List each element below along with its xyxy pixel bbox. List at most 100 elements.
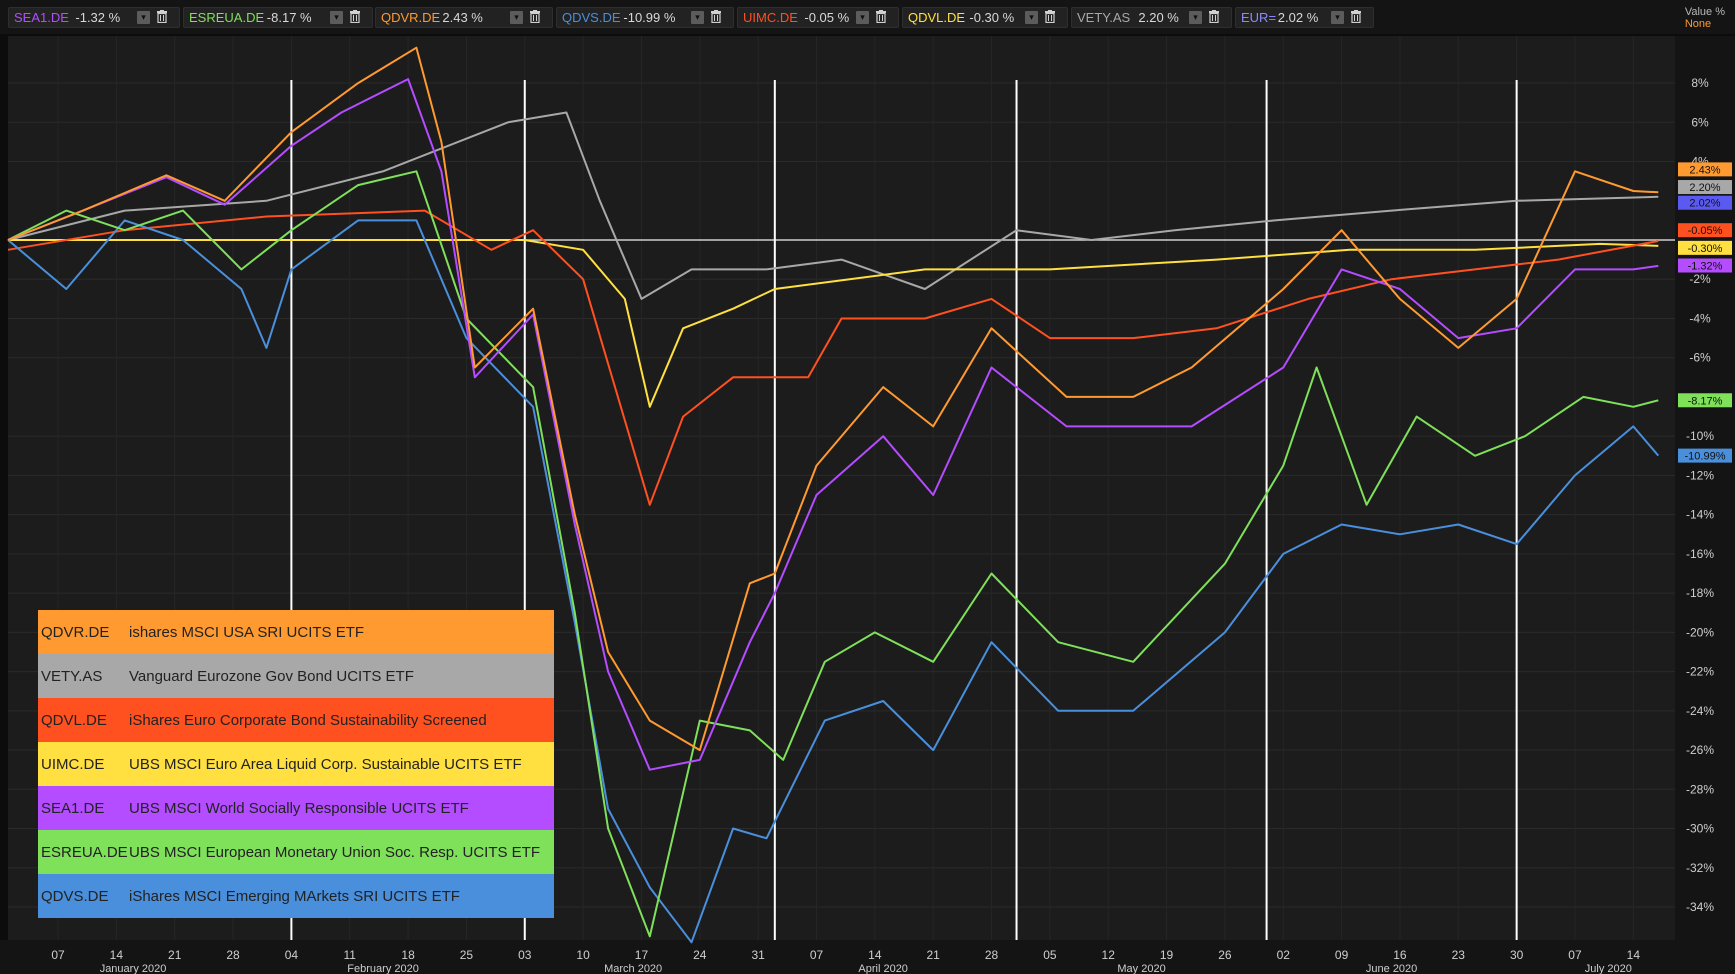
chevron-down-icon[interactable]: ▾ xyxy=(510,11,523,24)
legend-ticker: UIMC.DE xyxy=(41,755,105,773)
x-tick-label: 25 xyxy=(460,948,474,962)
y-tick-label: -34% xyxy=(1686,900,1714,914)
trash-icon[interactable] xyxy=(874,10,888,25)
trash-icon[interactable] xyxy=(1043,10,1057,25)
x-tick-label: 12 xyxy=(1102,948,1116,962)
ticker-chip-esreuade[interactable]: ESREUA.DE -8.17 % ▾ xyxy=(183,7,373,28)
trash-icon[interactable] xyxy=(155,10,169,25)
x-tick-label: 11 xyxy=(344,948,357,962)
y-tick-label: -16% xyxy=(1686,547,1714,561)
end-value-label: 2.43% xyxy=(1689,164,1720,176)
legend-ticker: SEA1.DE xyxy=(41,799,105,817)
end-value-label: -8.17% xyxy=(1688,395,1723,407)
chevron-down-icon[interactable]: ▾ xyxy=(330,11,343,24)
y-tick-label: -26% xyxy=(1686,743,1714,757)
x-tick-label: 14 xyxy=(1627,948,1641,962)
x-tick-label: 07 xyxy=(51,948,65,962)
x-tick-label: 28 xyxy=(985,948,999,962)
x-tick-label: 16 xyxy=(1393,948,1407,962)
x-tick-label: 17 xyxy=(635,948,649,962)
legend-row: VETY.AS Vanguard Eurozone Gov Bond UCITS … xyxy=(38,654,554,698)
x-tick-label: 02 xyxy=(1277,948,1291,962)
ticker-chip-sea1de[interactable]: SEA1.DE -1.32 % ▾ xyxy=(8,7,180,28)
legend: QDVR.DE ishares MSCI USA SRI UCITS ETF VET… xyxy=(38,610,554,918)
ticker-symbol[interactable]: EUR= xyxy=(1241,10,1276,25)
ticker-chip-eur[interactable]: EUR= 2.02 % ▾ xyxy=(1235,7,1374,28)
value-header: Value % None xyxy=(1685,6,1725,30)
ticker-chip-vetyas[interactable]: VETY.AS 2.20 % ▾ xyxy=(1071,7,1232,28)
x-month-label: March 2020 xyxy=(604,963,662,974)
x-tick-label: 04 xyxy=(285,948,299,962)
x-tick-label: 03 xyxy=(518,948,532,962)
value-header-mode[interactable]: None xyxy=(1685,18,1725,30)
y-tick-label: -30% xyxy=(1686,822,1714,836)
ticker-change: -10.99 % xyxy=(623,10,676,25)
legend-row: SEA1.DE UBS MSCI World Socially Responsib… xyxy=(38,786,554,830)
chevron-down-icon[interactable]: ▾ xyxy=(1331,11,1344,24)
x-tick-label: 18 xyxy=(401,948,415,962)
trash-icon[interactable] xyxy=(1207,10,1221,25)
ticker-symbol[interactable]: ESREUA.DE xyxy=(189,10,264,25)
x-tick-label: 31 xyxy=(751,948,765,962)
x-tick-label: 14 xyxy=(110,948,124,962)
legend-row: QDVR.DE ishares MSCI USA SRI UCITS ETF xyxy=(38,610,554,654)
chevron-down-icon[interactable]: ▾ xyxy=(856,11,869,24)
x-tick-label: 19 xyxy=(1160,948,1174,962)
ticker-chip-qdvsde[interactable]: QDVS.DE -10.99 % ▾ xyxy=(556,7,734,28)
x-tick-label: 09 xyxy=(1335,948,1349,962)
y-tick-label: -24% xyxy=(1686,704,1714,718)
y-tick-label: -4% xyxy=(1689,311,1711,325)
y-tick-label: -2% xyxy=(1689,272,1711,286)
x-tick-label: 05 xyxy=(1043,948,1057,962)
trash-icon[interactable] xyxy=(1349,10,1363,25)
y-tick-label: -32% xyxy=(1686,861,1714,875)
legend-ticker: ESREUA.DE xyxy=(41,843,128,861)
y-tick-label: -20% xyxy=(1686,625,1714,639)
x-tick-label: 24 xyxy=(693,948,707,962)
chevron-down-icon[interactable]: ▾ xyxy=(691,11,704,24)
y-tick-label: -14% xyxy=(1686,508,1714,522)
ticker-chip-uimcde[interactable]: UIMC.DE -0.05 % ▾ xyxy=(737,7,899,28)
x-month-label: February 2020 xyxy=(347,963,419,974)
ticker-symbol[interactable]: QDVS.DE xyxy=(562,10,621,25)
ticker-symbol[interactable]: QDVL.DE xyxy=(908,10,965,25)
ticker-change: 2.43 % xyxy=(442,10,483,25)
legend-ticker: VETY.AS xyxy=(41,667,103,685)
x-tick-label: 14 xyxy=(868,948,882,962)
legend-ticker: QDVL.DE xyxy=(41,711,107,729)
legend-fund-name: iShares MSCI Emerging MArkets SRI UCITS … xyxy=(129,887,460,905)
x-tick-label: 26 xyxy=(1218,948,1232,962)
legend-fund-name: ishares MSCI USA SRI UCITS ETF xyxy=(129,623,365,641)
legend-row: QDVS.DE iShares MSCI Emerging MArkets SRI… xyxy=(38,874,554,918)
legend-fund-name: UBS MSCI World Socially Responsible UCIT… xyxy=(129,799,469,817)
x-tick-label: 21 xyxy=(927,948,941,962)
trash-icon[interactable] xyxy=(709,10,723,25)
chevron-down-icon[interactable]: ▾ xyxy=(1189,11,1202,24)
end-value-label: -1.32% xyxy=(1688,261,1723,273)
ticker-change: -0.05 % xyxy=(804,10,850,25)
trash-icon[interactable] xyxy=(528,10,542,25)
legend-fund-name: iShares Euro Corporate Bond Sustainabili… xyxy=(129,711,487,729)
ticker-change: 2.02 % xyxy=(1277,10,1319,25)
chevron-down-icon[interactable]: ▾ xyxy=(1025,11,1038,24)
legend-fund-name: UBS MSCI Euro Area Liquid Corp. Sustaina… xyxy=(129,755,522,773)
x-month-label: July 2020 xyxy=(1585,963,1632,974)
trash-icon[interactable] xyxy=(348,10,362,25)
end-value-label: 2.20% xyxy=(1689,182,1720,194)
x-tick-label: 07 xyxy=(810,948,824,962)
ticker-chip-qdvrde[interactable]: QDVR.DE 2.43 % ▾ xyxy=(375,7,553,28)
x-month-label: May 2020 xyxy=(1117,963,1165,974)
end-value-label: -10.99% xyxy=(1685,451,1726,463)
ticker-chip-qdvlde[interactable]: QDVL.DE -0.30 % ▾ xyxy=(902,7,1068,28)
y-tick-label: 8% xyxy=(1691,76,1709,90)
ticker-toolbar: SEA1.DE -1.32 % ▾ ESREUA.DE -8.17 % ▾ QDVR.DE 2… xyxy=(0,0,1735,34)
end-value-label: -0.05% xyxy=(1688,225,1723,237)
ticker-symbol[interactable]: VETY.AS xyxy=(1077,10,1130,25)
chevron-down-icon[interactable]: ▾ xyxy=(137,11,150,24)
ticker-symbol[interactable]: QDVR.DE xyxy=(381,10,440,25)
ticker-symbol[interactable]: UIMC.DE xyxy=(743,10,798,25)
legend-row: QDVL.DE iShares Euro Corporate Bond Susta… xyxy=(38,698,554,742)
y-tick-label: -18% xyxy=(1686,586,1714,600)
ticker-symbol[interactable]: SEA1.DE xyxy=(14,10,69,25)
legend-row: UIMC.DE UBS MSCI Euro Area Liquid Corp. S… xyxy=(38,742,554,786)
